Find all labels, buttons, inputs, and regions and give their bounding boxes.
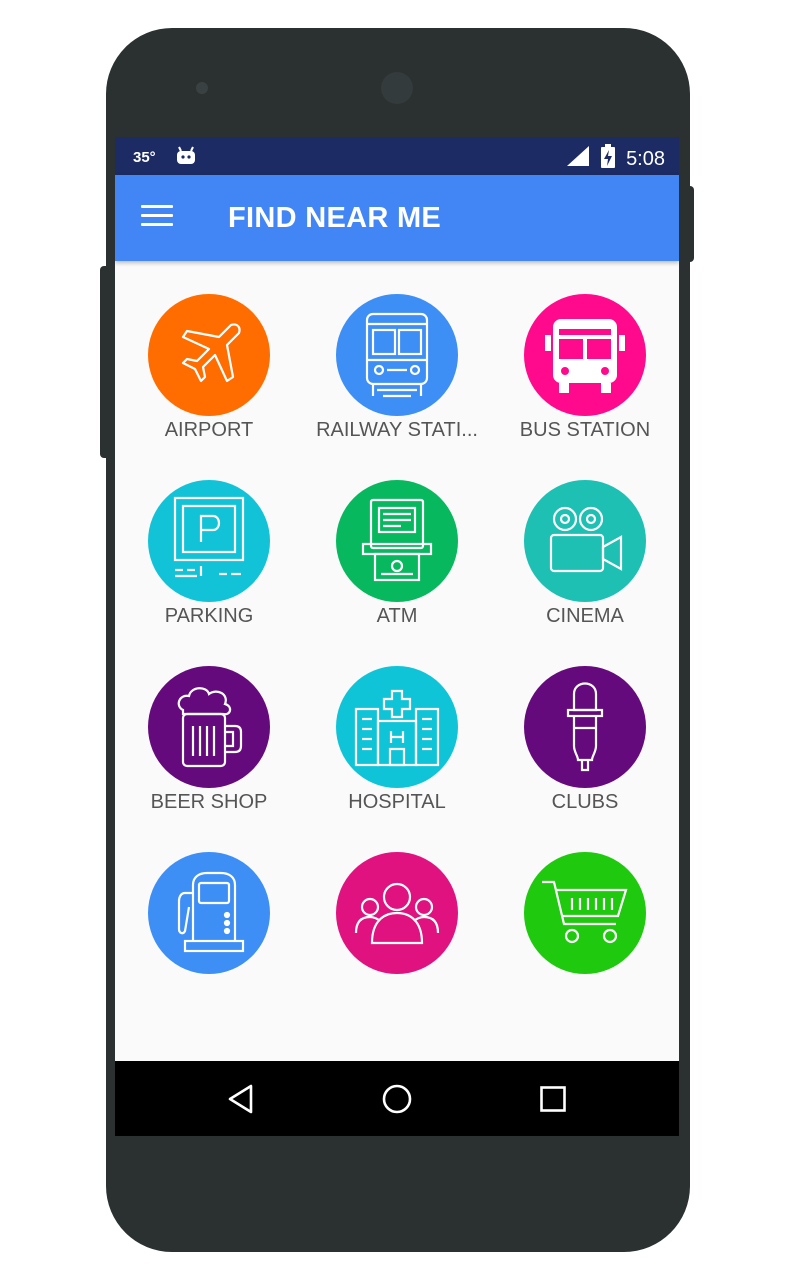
nav-bar xyxy=(115,1061,679,1136)
category-label: RAILWAY STATI... xyxy=(316,419,478,441)
train-icon xyxy=(365,312,429,398)
parking-circle xyxy=(148,480,270,602)
parking-icon xyxy=(173,496,245,578)
shopping-circle xyxy=(524,852,646,974)
category-label: AIRPORT xyxy=(164,419,254,441)
fuel-pump-icon xyxy=(177,871,245,953)
category-railway-station[interactable]: RAILWAY STATI... xyxy=(303,261,491,447)
airport-circle xyxy=(148,294,270,416)
volume-button xyxy=(100,266,108,458)
category-bus-station[interactable]: BUS STATION xyxy=(491,261,679,447)
category-atm[interactable]: ATM xyxy=(303,447,491,633)
atm-icon xyxy=(361,498,433,582)
home-circle-icon[interactable] xyxy=(377,1079,417,1119)
microphone-icon xyxy=(566,682,604,772)
category-fuel-station[interactable] xyxy=(115,819,303,1005)
android-icon xyxy=(176,146,196,168)
category-airport[interactable]: AIRPORT xyxy=(115,261,303,447)
hospital-circle xyxy=(336,666,458,788)
category-label: BUS STATION xyxy=(519,419,651,441)
category-hospital[interactable]: HOSPITAL xyxy=(303,633,491,819)
cinema-circle xyxy=(524,480,646,602)
signal-icon xyxy=(566,145,590,173)
fuel-circle xyxy=(148,852,270,974)
category-parking[interactable]: PARKING xyxy=(115,447,303,633)
clock-text: 5:08 xyxy=(626,147,665,170)
clubs-circle xyxy=(524,666,646,788)
people-icon xyxy=(354,882,440,945)
temperature-text: 35° xyxy=(133,148,156,166)
front-camera xyxy=(381,72,413,104)
movie-camera-icon xyxy=(549,506,623,573)
category-clubs[interactable]: CLUBS xyxy=(491,633,679,819)
atm-circle xyxy=(336,480,458,602)
back-triangle-icon[interactable] xyxy=(221,1079,261,1119)
category-label: CINEMA xyxy=(546,605,624,627)
airplane-icon xyxy=(181,323,241,383)
status-bar: 35° 5:08 xyxy=(115,137,679,175)
app-bar: FIND NEAR ME xyxy=(115,175,679,261)
screen: 35° 5:08 FIND NEAR ME AIRPORT RAILWAY ST… xyxy=(115,137,679,1136)
bus-circle xyxy=(524,294,646,416)
bus-icon xyxy=(545,319,625,393)
category-cinema[interactable]: CINEMA xyxy=(491,447,679,633)
beer-mug-icon xyxy=(177,687,243,768)
category-label: PARKING xyxy=(164,605,254,627)
category-shopping[interactable] xyxy=(491,819,679,1005)
hamburger-menu-icon[interactable] xyxy=(141,205,173,231)
category-label: HOSPITAL xyxy=(348,791,446,813)
category-people[interactable] xyxy=(303,819,491,1005)
hospital-icon xyxy=(354,689,440,767)
recents-square-icon[interactable] xyxy=(533,1079,573,1119)
category-label: CLUBS xyxy=(551,791,619,813)
battery-charging-icon xyxy=(600,144,616,174)
shopping-cart-icon xyxy=(542,880,628,944)
category-beer-shop[interactable]: BEER SHOP xyxy=(115,633,303,819)
power-button xyxy=(686,186,694,262)
proximity-sensor xyxy=(196,82,208,94)
category-label: ATM xyxy=(376,605,418,627)
people-circle xyxy=(336,852,458,974)
category-label: BEER SHOP xyxy=(150,791,268,813)
railway-circle xyxy=(336,294,458,416)
beer-shop-circle xyxy=(148,666,270,788)
page-title: FIND NEAR ME xyxy=(228,202,442,234)
